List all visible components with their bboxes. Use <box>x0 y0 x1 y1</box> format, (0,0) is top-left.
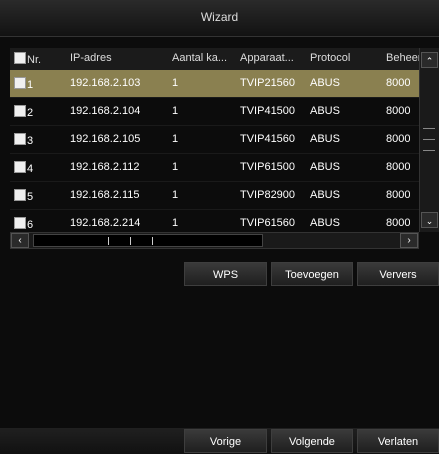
table-row[interactable]: 5 192.168.2.115 1 TVIP82900 ABUS 8000 <box>10 182 419 210</box>
wps-button[interactable]: WPS <box>184 262 267 286</box>
row-ip: 192.168.2.103 <box>70 77 141 89</box>
add-button[interactable]: Toevoegen <box>271 262 353 286</box>
row-count: 1 <box>172 133 179 145</box>
table-row[interactable]: 4 192.168.2.112 1 TVIP61500 ABUS 8000 <box>10 154 419 182</box>
row-ip: 192.168.2.112 <box>70 161 140 173</box>
row-protocol: ABUS <box>310 189 340 201</box>
row-protocol: ABUS <box>310 161 340 173</box>
row-count: 1 <box>172 161 179 173</box>
header-device-type[interactable]: Apparaat... <box>240 52 306 64</box>
header-management-port[interactable]: Beheer <box>386 52 419 64</box>
row-ip: 192.168.2.115 <box>70 189 140 201</box>
row-ip: 192.168.2.214 <box>70 217 141 229</box>
row-count: 1 <box>172 217 179 229</box>
table-row[interactable]: 2 192.168.2.104 1 TVIP41500 ABUS 8000 <box>10 98 419 126</box>
row-device: TVIP41500 <box>240 105 296 117</box>
row-device: TVIP21560 <box>240 77 296 89</box>
row-nr: 4 <box>14 161 33 175</box>
row-ip: 192.168.2.105 <box>70 133 141 145</box>
row-nr: 6 <box>14 217 33 231</box>
previous-button[interactable]: Vorige <box>184 429 267 453</box>
scroll-up-icon[interactable]: ⌃ <box>421 52 438 68</box>
row-nr-label: 6 <box>27 219 34 231</box>
table-row[interactable]: 3 192.168.2.105 1 TVIP41560 ABUS 8000 <box>10 126 419 154</box>
row-protocol: ABUS <box>310 133 340 145</box>
header-ip[interactable]: IP-adres <box>70 52 166 64</box>
row-protocol: ABUS <box>310 105 340 117</box>
row-nr-label: 4 <box>27 163 34 175</box>
row-checkbox[interactable] <box>14 189 26 201</box>
row-checkbox[interactable] <box>14 161 26 173</box>
row-checkbox[interactable] <box>14 133 26 145</box>
header-channel-count[interactable]: Aantal ka... <box>172 52 236 64</box>
row-port: 8000 <box>386 189 411 201</box>
row-checkbox[interactable] <box>14 77 26 89</box>
row-device: TVIP82900 <box>240 189 296 201</box>
row-nr-label: 2 <box>27 107 34 119</box>
row-port: 8000 <box>386 77 411 89</box>
horizontal-scroll-thumb[interactable] <box>33 234 263 247</box>
header-nr-label: Nr. <box>27 54 42 66</box>
refresh-button[interactable]: Ververs <box>357 262 439 286</box>
table-header: Nr. IP-adres Aantal ka... Apparaat... Pr… <box>10 48 419 70</box>
row-count: 1 <box>172 189 179 201</box>
row-count: 1 <box>172 77 179 89</box>
row-ip: 192.168.2.104 <box>70 105 141 117</box>
exit-button[interactable]: Verlaten <box>357 429 439 453</box>
row-device: TVIP41560 <box>240 133 296 145</box>
row-nr-label: 3 <box>27 135 34 147</box>
table-row[interactable]: 1 192.168.2.103 1 TVIP21560 ABUS 8000 <box>10 70 419 98</box>
title-bar: Wizard <box>0 0 439 37</box>
row-nr-label: 5 <box>27 191 34 203</box>
wizard-window: Wizard Nr. IP-adres Aantal ka... Apparaa… <box>0 0 439 454</box>
row-port: 8000 <box>386 133 411 145</box>
header-protocol[interactable]: Protocol <box>310 52 374 64</box>
row-checkbox[interactable] <box>14 105 26 117</box>
row-protocol: ABUS <box>310 77 340 89</box>
row-nr: 2 <box>14 105 33 119</box>
device-list: 1 192.168.2.103 1 TVIP21560 ABUS 8000 2 … <box>10 70 419 238</box>
row-nr: 5 <box>14 189 33 203</box>
row-protocol: ABUS <box>310 217 340 229</box>
scroll-right-icon[interactable]: › <box>400 233 418 248</box>
scroll-left-icon[interactable]: ‹ <box>11 233 29 248</box>
row-nr: 3 <box>14 133 33 147</box>
row-port: 8000 <box>386 105 411 117</box>
select-all-checkbox[interactable] <box>14 52 26 64</box>
row-port: 8000 <box>386 217 411 229</box>
next-button[interactable]: Volgende <box>271 429 353 453</box>
row-checkbox[interactable] <box>14 217 26 229</box>
scroll-down-icon[interactable]: ⌄ <box>421 212 438 228</box>
row-nr-label: 1 <box>27 79 34 91</box>
horizontal-scrollbar[interactable]: ‹ › <box>10 232 419 249</box>
row-port: 8000 <box>386 161 411 173</box>
window-title: Wizard <box>200 10 239 24</box>
row-nr: 1 <box>14 77 33 91</box>
vertical-scrollbar[interactable]: ⌃ ⌄ <box>419 48 439 232</box>
row-device: TVIP61560 <box>240 217 296 229</box>
vertical-scroll-thumb[interactable] <box>423 118 436 198</box>
header-nr[interactable]: Nr. <box>14 52 66 66</box>
row-count: 1 <box>172 105 179 117</box>
row-device: TVIP61500 <box>240 161 296 173</box>
